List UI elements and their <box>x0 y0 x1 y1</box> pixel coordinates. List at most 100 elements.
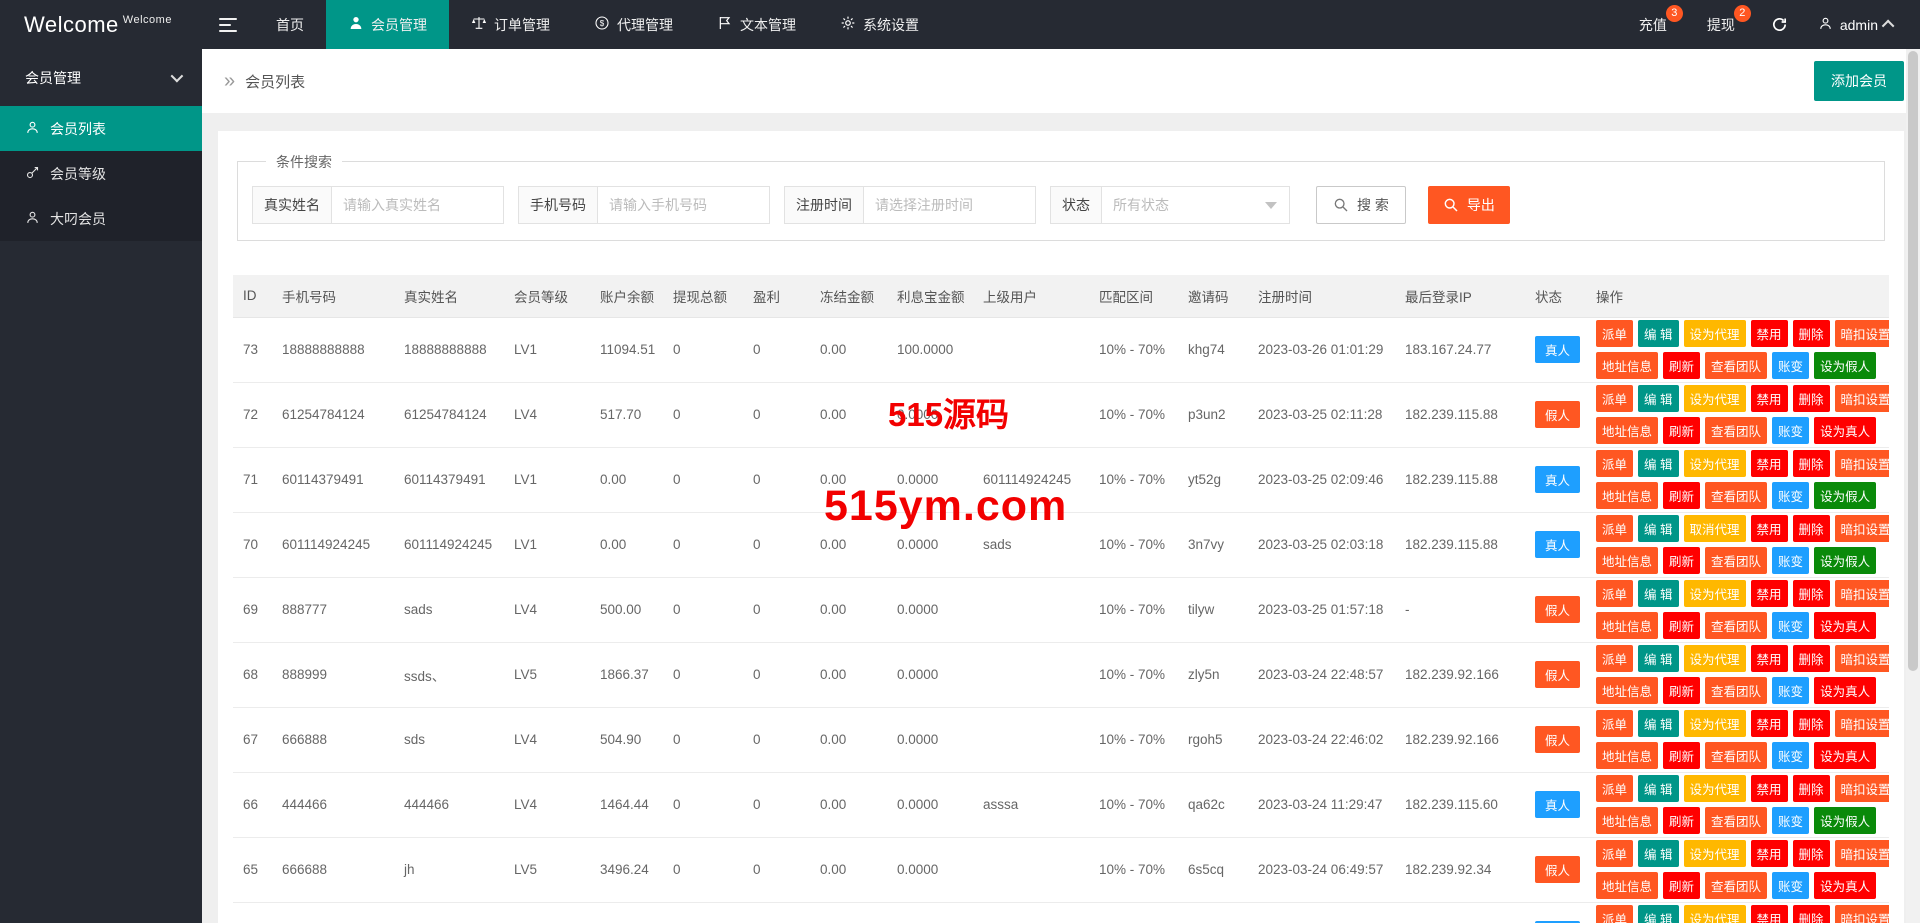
refresh-row-button[interactable]: 刷新 <box>1663 872 1701 899</box>
export-button[interactable]: 导出 <box>1427 186 1510 224</box>
refresh-row-button[interactable]: 刷新 <box>1663 742 1701 769</box>
agent-toggle-button[interactable]: 设为代理 <box>1683 385 1746 412</box>
real-toggle-button[interactable]: 设为假人 <box>1814 807 1877 834</box>
refresh-row-button[interactable]: 刷新 <box>1663 352 1701 379</box>
disable-button[interactable]: 禁用 <box>1750 840 1788 867</box>
refresh-row-button[interactable]: 刷新 <box>1663 547 1701 574</box>
real-toggle-button[interactable]: 设为假人 <box>1814 547 1877 574</box>
dispatch-button[interactable]: 派单 <box>1596 645 1634 672</box>
address-info-button[interactable]: 地址信息 <box>1596 807 1659 834</box>
balance-change-button[interactable]: 账变 <box>1772 677 1810 704</box>
agent-toggle-button[interactable]: 设为代理 <box>1683 645 1746 672</box>
scrollbar-thumb[interactable] <box>1908 51 1918 671</box>
status-select[interactable]: 所有状态 <box>1102 186 1290 224</box>
view-team-button[interactable]: 查看团队 <box>1705 547 1768 574</box>
refresh-row-button[interactable]: 刷新 <box>1663 807 1701 834</box>
view-team-button[interactable]: 查看团队 <box>1705 417 1768 444</box>
menu-toggle-icon[interactable] <box>202 0 254 49</box>
hidden-deduct-button[interactable]: 暗扣设置 <box>1834 840 1889 867</box>
dispatch-button[interactable]: 派单 <box>1596 320 1634 347</box>
agent-toggle-button[interactable]: 设为代理 <box>1683 905 1746 923</box>
refresh-row-button[interactable]: 刷新 <box>1663 612 1701 639</box>
disable-button[interactable]: 禁用 <box>1750 515 1788 542</box>
disable-button[interactable]: 禁用 <box>1750 775 1788 802</box>
dispatch-button[interactable]: 派单 <box>1596 515 1634 542</box>
real-toggle-button[interactable]: 设为真人 <box>1814 417 1877 444</box>
nav-member-management[interactable]: 会员管理 <box>326 0 449 49</box>
edit-button[interactable]: 编 辑 <box>1638 580 1679 607</box>
view-team-button[interactable]: 查看团队 <box>1705 482 1768 509</box>
view-team-button[interactable]: 查看团队 <box>1705 677 1768 704</box>
refresh-row-button[interactable]: 刷新 <box>1663 417 1701 444</box>
withdraw-link[interactable]: 提现 2 <box>1687 0 1755 49</box>
hidden-deduct-button[interactable]: 暗扣设置 <box>1834 515 1889 542</box>
nav-home[interactable]: 首页 <box>254 0 326 49</box>
refresh-row-button[interactable]: 刷新 <box>1663 482 1701 509</box>
real-toggle-button[interactable]: 设为假人 <box>1814 352 1877 379</box>
edit-button[interactable]: 编 辑 <box>1638 905 1679 923</box>
view-team-button[interactable]: 查看团队 <box>1705 612 1768 639</box>
address-info-button[interactable]: 地址信息 <box>1596 742 1659 769</box>
view-team-button[interactable]: 查看团队 <box>1705 807 1768 834</box>
delete-button[interactable]: 删除 <box>1792 645 1830 672</box>
address-info-button[interactable]: 地址信息 <box>1596 872 1659 899</box>
address-info-button[interactable]: 地址信息 <box>1596 547 1659 574</box>
disable-button[interactable]: 禁用 <box>1750 645 1788 672</box>
delete-button[interactable]: 删除 <box>1792 385 1830 412</box>
delete-button[interactable]: 删除 <box>1792 905 1830 923</box>
search-button[interactable]: 搜 索 <box>1316 186 1406 224</box>
agent-toggle-button[interactable]: 设为代理 <box>1683 840 1746 867</box>
balance-change-button[interactable]: 账变 <box>1772 417 1810 444</box>
agent-toggle-button[interactable]: 取消代理 <box>1683 515 1746 542</box>
real-toggle-button[interactable]: 设为真人 <box>1814 742 1877 769</box>
agent-toggle-button[interactable]: 设为代理 <box>1683 320 1746 347</box>
real-name-input[interactable] <box>332 186 504 224</box>
balance-change-button[interactable]: 账变 <box>1772 742 1810 769</box>
balance-change-button[interactable]: 账变 <box>1772 547 1810 574</box>
address-info-button[interactable]: 地址信息 <box>1596 612 1659 639</box>
disable-button[interactable]: 禁用 <box>1750 450 1788 477</box>
refresh-icon[interactable] <box>1755 0 1804 49</box>
real-toggle-button[interactable]: 设为真人 <box>1814 612 1877 639</box>
dispatch-button[interactable]: 派单 <box>1596 775 1634 802</box>
edit-button[interactable]: 编 辑 <box>1638 840 1679 867</box>
address-info-button[interactable]: 地址信息 <box>1596 417 1659 444</box>
hidden-deduct-button[interactable]: 暗扣设置 <box>1834 645 1889 672</box>
disable-button[interactable]: 禁用 <box>1750 905 1788 923</box>
delete-button[interactable]: 删除 <box>1792 450 1830 477</box>
delete-button[interactable]: 删除 <box>1792 710 1830 737</box>
disable-button[interactable]: 禁用 <box>1750 710 1788 737</box>
dispatch-button[interactable]: 派单 <box>1596 385 1634 412</box>
balance-change-button[interactable]: 账变 <box>1772 872 1810 899</box>
reg-time-input[interactable] <box>864 186 1036 224</box>
edit-button[interactable]: 编 辑 <box>1638 645 1679 672</box>
hidden-deduct-button[interactable]: 暗扣设置 <box>1834 385 1889 412</box>
hidden-deduct-button[interactable]: 暗扣设置 <box>1834 710 1889 737</box>
real-toggle-button[interactable]: 设为真人 <box>1814 872 1877 899</box>
view-team-button[interactable]: 查看团队 <box>1705 352 1768 379</box>
dispatch-button[interactable]: 派单 <box>1596 450 1634 477</box>
address-info-button[interactable]: 地址信息 <box>1596 352 1659 379</box>
add-member-button[interactable]: 添加会员 <box>1814 61 1904 101</box>
balance-change-button[interactable]: 账变 <box>1772 482 1810 509</box>
hidden-deduct-button[interactable]: 暗扣设置 <box>1834 450 1889 477</box>
scrollbar[interactable] <box>1906 49 1920 923</box>
balance-change-button[interactable]: 账变 <box>1772 352 1810 379</box>
dispatch-button[interactable]: 派单 <box>1596 840 1634 867</box>
real-toggle-button[interactable]: 设为假人 <box>1814 482 1877 509</box>
dispatch-button[interactable]: 派单 <box>1596 710 1634 737</box>
nav-agent-management[interactable]: $ 代理管理 <box>572 0 695 49</box>
edit-button[interactable]: 编 辑 <box>1638 320 1679 347</box>
edit-button[interactable]: 编 辑 <box>1638 710 1679 737</box>
delete-button[interactable]: 删除 <box>1792 580 1830 607</box>
edit-button[interactable]: 编 辑 <box>1638 450 1679 477</box>
agent-toggle-button[interactable]: 设为代理 <box>1683 450 1746 477</box>
sidebar-item-dadiao-member[interactable]: 大叼会员 <box>0 196 202 241</box>
edit-button[interactable]: 编 辑 <box>1638 515 1679 542</box>
delete-button[interactable]: 删除 <box>1792 775 1830 802</box>
address-info-button[interactable]: 地址信息 <box>1596 482 1659 509</box>
refresh-row-button[interactable]: 刷新 <box>1663 677 1701 704</box>
nav-order-management[interactable]: 订单管理 <box>449 0 572 49</box>
recharge-link[interactable]: 充值 3 <box>1619 0 1687 49</box>
sidebar-item-member-list[interactable]: 会员列表 <box>0 106 202 151</box>
